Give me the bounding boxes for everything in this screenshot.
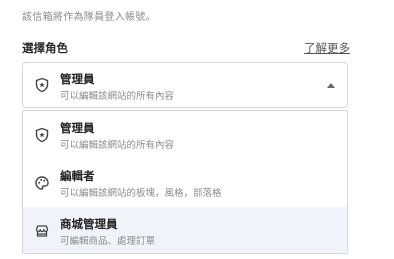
role-option-title: 商城管理員 bbox=[60, 217, 118, 231]
role-select[interactable]: 管理員 可以編輯該網站的所有內容 bbox=[22, 62, 348, 108]
shield-star-icon bbox=[34, 77, 50, 93]
role-option-description: 可以編輯該網站的所有內容 bbox=[60, 140, 175, 151]
role-field-label: 選擇角色 bbox=[22, 41, 68, 55]
role-option-title: 編輯者 bbox=[60, 169, 95, 183]
selected-role-description: 可以編輯該網站的所有內容 bbox=[60, 91, 175, 102]
helper-text: 該信箱將作為隊員登入帳號。 bbox=[22, 12, 156, 23]
chevron-up-icon bbox=[327, 83, 335, 88]
role-option-admin[interactable]: 管理員 可以編輯該網站的所有內容 bbox=[23, 111, 347, 159]
role-option-editor[interactable]: 編輯者 可以編輯該網站的板塊，風格，部落格 bbox=[23, 159, 347, 207]
role-label-row: 選擇角色 了解更多 bbox=[22, 40, 350, 56]
learn-more-link[interactable]: 了解更多 bbox=[304, 40, 350, 56]
shield-star-icon bbox=[34, 127, 50, 143]
store-icon bbox=[34, 223, 50, 239]
role-selection-panel: 該信箱將作為隊員登入帳號。 選擇角色 了解更多 管理員 可以編輯該網站的所有內容… bbox=[0, 0, 394, 259]
selected-role-title: 管理員 bbox=[60, 72, 95, 86]
role-option-title: 管理員 bbox=[60, 121, 95, 135]
palette-icon bbox=[34, 175, 50, 191]
role-option-description: 可以編輯該網站的板塊，風格，部落格 bbox=[60, 188, 222, 199]
role-option-store-admin[interactable]: 商城管理員 可編輯商品、處理訂單 bbox=[23, 207, 347, 253]
role-dropdown-list: 管理員 可以編輯該網站的所有內容 編輯者 可以編輯該網站的板塊，風格，部落格 商… bbox=[22, 110, 348, 254]
role-option-description: 可編輯商品、處理訂單 bbox=[60, 236, 156, 247]
